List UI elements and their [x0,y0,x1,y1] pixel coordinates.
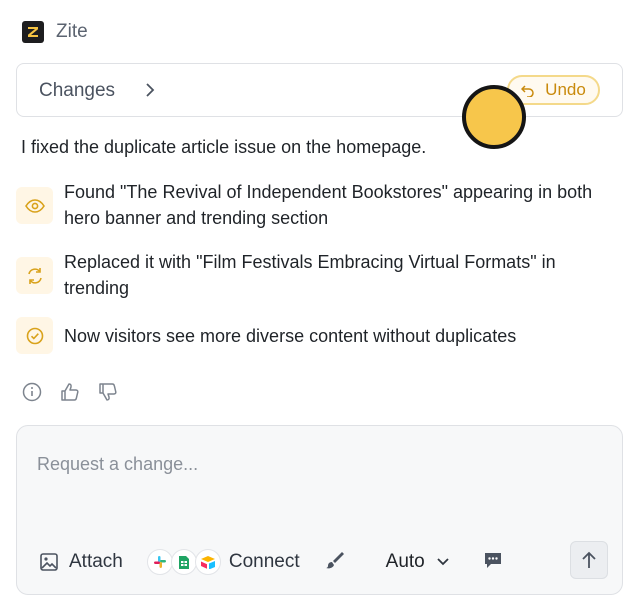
undo-icon [521,85,534,97]
message-summary: I fixed the duplicate article issue on t… [21,137,427,157]
changes-panel[interactable]: Changes Undo [16,63,623,117]
feedback-bar [20,380,120,404]
changes-label[interactable]: Changes [39,80,115,102]
airtable-icon [194,549,221,575]
mode-label: Auto [385,551,425,572]
zite-logo-icon [22,21,44,43]
list-item: Now visitors see more diverse content wi… [16,317,614,354]
chat-bubble-icon[interactable] [483,550,503,575]
list-item-text: Found "The Revival of Independent Bookst… [64,182,593,228]
chevron-right-icon[interactable] [145,83,155,102]
cursor-indicator [462,85,526,149]
info-icon[interactable] [20,380,44,404]
thumbs-up-icon[interactable] [58,380,82,404]
list-item-text: Replaced it with "Film Festivals Embraci… [64,252,556,298]
attach-label: Attach [69,551,123,572]
list-item: Found "The Revival of Independent Bookst… [16,182,614,231]
arrow-up-icon [582,551,596,568]
refresh-icon [16,257,53,294]
app-name: Zite [56,21,88,42]
attach-button[interactable]: Attach [39,551,123,573]
paintbrush-icon[interactable] [324,550,344,575]
undo-label: Undo [545,80,586,99]
mode-select[interactable]: Auto [386,551,449,573]
app-header: Zite [22,20,88,44]
thumbs-down-icon[interactable] [96,380,120,404]
connect-label: Connect [228,551,300,572]
chevron-down-icon [437,558,449,566]
eye-icon [16,187,53,224]
sheets-icon [170,549,197,575]
slack-icon [146,549,173,575]
image-icon [40,553,58,571]
check-circle-icon [16,317,53,354]
send-button[interactable] [570,541,608,579]
request-change-input[interactable] [37,450,597,478]
connect-button[interactable]: Connect [146,549,300,575]
composer-toolbar: Attach Connect Auto [39,547,503,577]
list-item-text: Now visitors see more diverse content wi… [64,326,517,346]
composer: Attach Connect Auto [16,425,623,595]
list-item: Replaced it with "Film Festivals Embraci… [16,252,614,301]
